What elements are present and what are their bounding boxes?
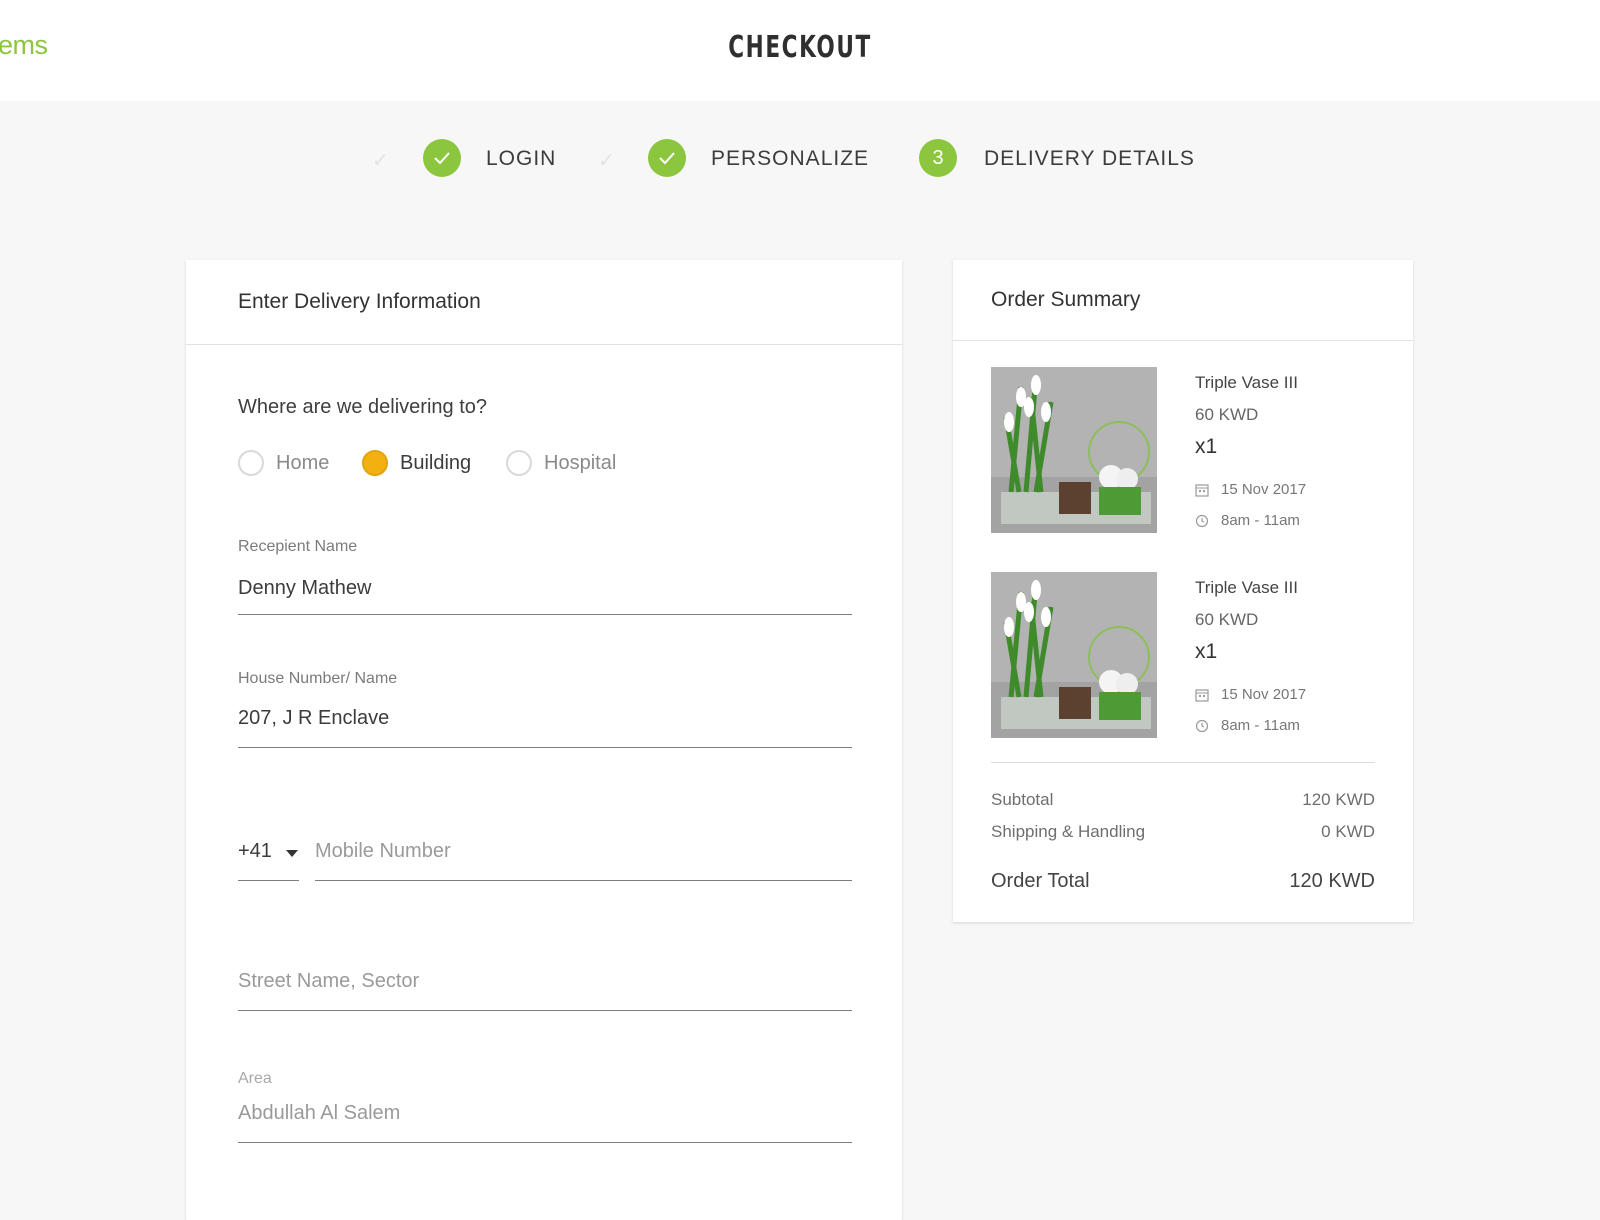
calendar-icon xyxy=(1195,483,1209,497)
checkout-steps: ✓ LOGIN ✓ PERSONALIZE 3 DELIVERY DETAILS xyxy=(0,138,1600,180)
delivery-form-heading: Enter Delivery Information xyxy=(186,260,902,345)
calendar-icon xyxy=(1195,688,1209,702)
country-code-select[interactable]: +41 xyxy=(238,830,299,881)
item-time-text: 8am - 11am xyxy=(1221,512,1300,529)
house-number-value[interactable]: 207, J R Enclave xyxy=(238,707,389,730)
summary-divider xyxy=(991,762,1375,763)
order-total-label: Order Total xyxy=(991,870,1090,892)
street-name-placeholder: Street Name, Sector xyxy=(238,970,420,992)
radio-circle[interactable] xyxy=(238,450,264,476)
item-price: 60 KWD xyxy=(1195,610,1259,629)
area-label: Area xyxy=(238,1070,272,1087)
chevron-down-icon[interactable] xyxy=(286,850,298,858)
item-quantity: x1 xyxy=(1195,435,1218,458)
radio-label: Hospital xyxy=(544,451,617,474)
shipping-row: Shipping & Handling 0 KWD xyxy=(991,822,1375,842)
page-title: CHECKOUT xyxy=(728,30,872,65)
order-total-row: Order Total 120 KWD xyxy=(991,870,1375,893)
logo[interactable]: ems xyxy=(0,30,48,61)
step-personalize-label[interactable]: PERSONALIZE xyxy=(711,147,869,171)
street-name-field[interactable]: Street Name, Sector xyxy=(238,960,852,1011)
item-quantity: x1 xyxy=(1195,640,1218,663)
delivery-type-radio-group: Home Building Hospital xyxy=(238,450,838,482)
delivery-form-card: Enter Delivery Information Where are we … xyxy=(186,260,902,1220)
step-personalize-check-icon xyxy=(648,139,686,177)
area-value[interactable]: Abdullah Al Salem xyxy=(238,1102,400,1125)
house-number-field[interactable]: House Number/ Name 207, J R Enclave xyxy=(238,665,852,748)
order-total-value: 120 KWD xyxy=(1289,870,1375,892)
clock-icon xyxy=(1195,514,1209,527)
order-item: Triple Vase III 60 KWD x1 15 Nov 2017 8a… xyxy=(991,367,1381,533)
faint-check-icon: ✓ xyxy=(372,150,389,172)
step-login-check-icon xyxy=(423,139,461,177)
shipping-label: Shipping & Handling xyxy=(991,822,1146,841)
subtotal-row: Subtotal 120 KWD xyxy=(991,790,1375,810)
subtotal-value: 120 KWD xyxy=(1302,790,1375,809)
order-summary-card: Order Summary Triple Vase III 60 KWD x1 … xyxy=(953,260,1413,922)
clock-icon xyxy=(1195,719,1209,732)
radio-label: Building xyxy=(400,451,472,474)
item-time-text: 8am - 11am xyxy=(1221,717,1300,734)
area-field[interactable]: Area Abdullah Al Salem xyxy=(238,1062,852,1143)
radio-hospital[interactable]: Hospital xyxy=(506,450,616,476)
item-delivery-date: 15 Nov 2017 xyxy=(1195,686,1306,703)
radio-circle[interactable] xyxy=(506,450,532,476)
faint-check-icon: ✓ xyxy=(598,150,615,172)
country-code-value: +41 xyxy=(238,840,272,862)
radio-building[interactable]: Building xyxy=(362,450,471,476)
product-image xyxy=(991,572,1157,738)
item-delivery-time: 8am - 11am xyxy=(1195,512,1300,529)
subtotal-label: Subtotal xyxy=(991,790,1054,809)
top-bar: ems CHECKOUT xyxy=(0,0,1600,101)
step-delivery-label[interactable]: DELIVERY DETAILS xyxy=(984,147,1195,171)
item-date-text: 15 Nov 2017 xyxy=(1221,686,1307,703)
house-number-label: House Number/ Name xyxy=(238,670,398,687)
recipient-name-field[interactable]: Recepient Name Denny Mathew xyxy=(238,532,852,615)
delivery-question: Where are we delivering to? xyxy=(238,396,488,418)
recipient-name-label: Recepient Name xyxy=(238,538,358,555)
item-price: 60 KWD xyxy=(1195,405,1259,424)
product-image xyxy=(991,367,1157,533)
item-name[interactable]: Triple Vase III xyxy=(1195,373,1298,393)
item-delivery-date: 15 Nov 2017 xyxy=(1195,481,1306,498)
step-delivery-number: 3 xyxy=(919,139,957,177)
radio-home[interactable]: Home xyxy=(238,450,329,476)
mobile-number-field[interactable]: Mobile Number xyxy=(315,830,852,881)
shipping-value: 0 KWD xyxy=(1321,822,1375,841)
item-delivery-time: 8am - 11am xyxy=(1195,717,1300,734)
recipient-name-value[interactable]: Denny Mathew xyxy=(238,577,371,600)
step-login-label[interactable]: LOGIN xyxy=(486,147,556,171)
order-item: Triple Vase III 60 KWD x1 15 Nov 2017 8a… xyxy=(991,572,1381,738)
order-summary-heading: Order Summary xyxy=(953,260,1413,341)
radio-label: Home xyxy=(276,451,330,474)
item-name[interactable]: Triple Vase III xyxy=(1195,578,1298,598)
item-date-text: 15 Nov 2017 xyxy=(1221,481,1307,498)
radio-circle-selected[interactable] xyxy=(362,450,388,476)
mobile-number-placeholder: Mobile Number xyxy=(315,840,451,862)
